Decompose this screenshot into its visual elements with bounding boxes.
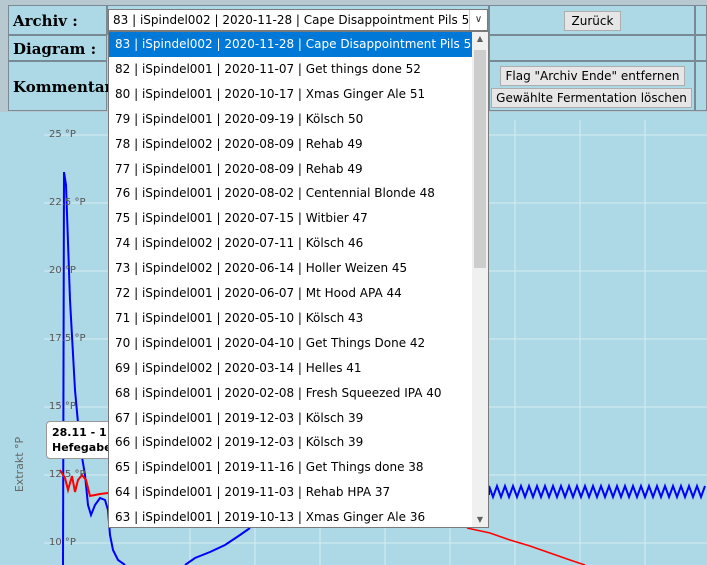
dropdown-option[interactable]: 77 | iSpindel001 | 2020-08-09 | Rehab 49	[109, 157, 473, 182]
dropdown-option[interactable]: 69 | iSpindel002 | 2020-03-14 | Helles 4…	[109, 356, 473, 381]
chevron-down-icon[interactable]: ∨	[469, 10, 487, 30]
y-tick-10: 10 °P	[49, 537, 76, 548]
dropdown-option[interactable]: 67 | iSpindel001 | 2019-12-03 | Kölsch 3…	[109, 406, 473, 431]
dropdown-option[interactable]: 66 | iSpindel002 | 2019-12-03 | Kölsch 3…	[109, 430, 473, 455]
y-tick-12-5: 12.5 °P	[49, 469, 86, 480]
scroll-up-icon[interactable]: ▲	[472, 32, 488, 46]
y-tick-22-5: 22.5 °P	[49, 197, 86, 208]
dropdown-option[interactable]: 68 | iSpindel001 | 2020-02-08 | Fresh Sq…	[109, 381, 473, 406]
dropdown-option[interactable]: 70 | iSpindel001 | 2020-04-10 | Get Thin…	[109, 331, 473, 356]
dropdown-option[interactable]: 76 | iSpindel001 | 2020-08-02 | Centenni…	[109, 181, 473, 206]
series-red-line-right	[466, 527, 586, 565]
chart-tooltip: 28.11 - 1 Hefegabe	[46, 421, 116, 459]
dropdown-option[interactable]: 63 | iSpindel001 | 2019-10-13 | Xmas Gin…	[109, 505, 473, 527]
dropdown-option[interactable]: 80 | iSpindel001 | 2020-10-17 | Xmas Gin…	[109, 82, 473, 107]
y-tick-15: 15 °P	[49, 401, 76, 412]
dropdown-option[interactable]: 75 | iSpindel001 | 2020-07-15 | Witbier …	[109, 206, 473, 231]
archive-select-value: 83 | iSpindel002 | 2020-11-28 | Cape Dis…	[113, 13, 477, 27]
y-tick-25: 25 °P	[49, 129, 76, 140]
dropdown-option[interactable]: 83 | iSpindel002 | 2020-11-28 | Cape Dis…	[109, 32, 479, 57]
dropdown-option[interactable]: 82 | iSpindel001 | 2020-11-07 | Get thin…	[109, 57, 473, 82]
dropdown-option[interactable]: 78 | iSpindel002 | 2020-08-09 | Rehab 49	[109, 132, 473, 157]
y-tick-17-5: 17.5 °P	[49, 333, 86, 344]
dropdown-option[interactable]: 72 | iSpindel001 | 2020-06-07 | Mt Hood …	[109, 281, 473, 306]
archive-select[interactable]: 83 | iSpindel002 | 2020-11-28 | Cape Dis…	[108, 9, 488, 31]
y-tick-20: 20 °P	[49, 265, 76, 276]
scroll-down-icon[interactable]: ▼	[472, 513, 488, 527]
series-blue-line-right	[488, 483, 706, 500]
archive-dropdown-list[interactable]: 83 | iSpindel002 | 2020-11-28 | Cape Dis…	[108, 31, 489, 528]
scrollbar-thumb[interactable]	[474, 50, 486, 268]
tooltip-date: 28.11 - 1	[52, 426, 107, 439]
y-axis-label: Extrakt °P	[13, 436, 27, 493]
dropdown-option[interactable]: 74 | iSpindel002 | 2020-07-11 | Kölsch 4…	[109, 231, 473, 256]
dropdown-option[interactable]: 79 | iSpindel001 | 2020-09-19 | Kölsch 5…	[109, 107, 473, 132]
dropdown-option[interactable]: 64 | iSpindel001 | 2019-11-03 | Rehab HP…	[109, 480, 473, 505]
dropdown-option[interactable]: 71 | iSpindel001 | 2020-05-10 | Kölsch 4…	[109, 306, 473, 331]
dropdown-option[interactable]: 65 | iSpindel001 | 2019-11-16 | Get Thin…	[109, 455, 473, 480]
dropdown-scrollbar[interactable]: ▲ ▼	[472, 32, 488, 527]
dropdown-option[interactable]: 73 | iSpindel002 | 2020-06-14 | Holler W…	[109, 256, 473, 281]
tooltip-event: Hefegabe	[52, 441, 112, 454]
